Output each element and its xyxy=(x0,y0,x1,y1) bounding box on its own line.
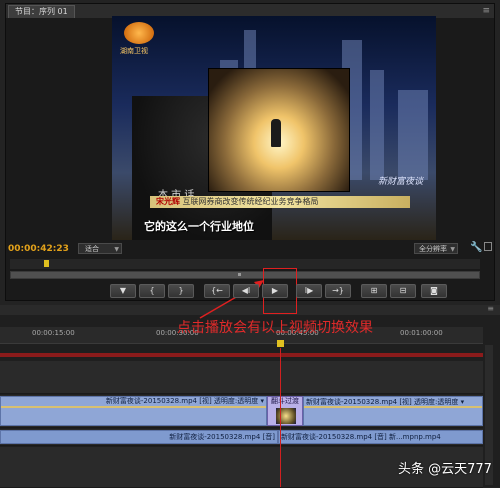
channel-logo-text: 湖南卫视 xyxy=(120,47,148,55)
current-timecode[interactable]: 00:00:42:23 xyxy=(8,244,69,254)
zoom-level-select[interactable]: 适合 ▼ xyxy=(78,243,122,254)
playback-resolution-select[interactable]: 全分辨率 ▼ xyxy=(414,243,458,254)
annotation-arrow xyxy=(199,280,264,319)
step-forward-button[interactable]: I▶ xyxy=(296,284,322,298)
zoom-level-value: 适合 xyxy=(85,245,99,253)
lift-button[interactable]: ⊞ xyxy=(361,284,387,298)
mark-in-button[interactable]: { xyxy=(139,284,165,298)
monitor-time-ruler[interactable] xyxy=(10,259,480,269)
settings-panel-icon[interactable] xyxy=(484,242,492,251)
video-track-upper xyxy=(0,361,483,394)
audio-clip-left[interactable]: 新财富夜谈-20150328.mp4 [音] xyxy=(0,430,278,444)
flip-transition-clip[interactable]: 翻斗过渡 xyxy=(267,396,303,426)
panel-menu-icon[interactable]: ≡ xyxy=(487,304,494,313)
clip-label: 新财富夜谈-20150328.mp4 [音] xyxy=(169,433,275,441)
monitor-playhead[interactable] xyxy=(44,260,49,267)
video-clip-right[interactable]: 新财富夜谈-20150328.mp4 [视] 透明度:透明度 ▾ xyxy=(303,396,483,426)
step-back-button[interactable]: ◀I xyxy=(233,284,259,298)
timeline-playhead[interactable] xyxy=(277,340,284,347)
tab-program-sequence[interactable]: 节目：序列 01 xyxy=(8,5,75,18)
playhead-line xyxy=(280,348,281,487)
video-preview: 湖南卫视 本 市 话 新财富夜谈 宋光辉 互联网券商改变传统经纪业务竞争格局 它… xyxy=(112,16,436,240)
banner-name: 宋光辉 xyxy=(156,197,180,206)
watermark: 头条 @云天777 xyxy=(398,462,492,477)
go-to-in-button[interactable]: {← xyxy=(204,284,230,298)
ruler-label: 00:00:15:00 xyxy=(32,329,75,337)
banner-text: 互联网券商改变传统经纪业务竞争格局 xyxy=(182,197,319,206)
play-button[interactable]: ▶ xyxy=(262,284,288,298)
chevron-down-icon: ▼ xyxy=(114,246,119,253)
add-marker-button[interactable]: ▼ xyxy=(110,284,136,298)
panel-menu-icon[interactable]: ≡ xyxy=(482,6,490,16)
video-clip-left[interactable]: 新财富夜谈-20150328.mp4 [视] 透明度:透明度 ▾ xyxy=(0,396,267,426)
extract-button[interactable]: ⊟ xyxy=(390,284,416,298)
chevron-down-icon: ▼ xyxy=(450,246,455,253)
audio-clip-right[interactable]: 新财富夜谈-20150328.mp4 [音] 新...mpnp.mp4 xyxy=(278,430,483,444)
ruler-label: 00:01:00:00 xyxy=(400,329,443,337)
annotation-caption: 点击播放会有以上视频切换效果 xyxy=(177,320,373,336)
flip-transition-frame xyxy=(208,68,350,192)
go-to-out-button[interactable]: →} xyxy=(325,284,351,298)
work-area-bar[interactable] xyxy=(0,353,483,357)
resolution-value: 全分辨率 xyxy=(419,245,447,253)
channel-logo xyxy=(124,22,154,44)
silhouette-figure xyxy=(271,119,281,147)
mark-out-button[interactable]: } xyxy=(168,284,194,298)
clip-label: 新财富夜谈-20150328.mp4 [视] 透明度:透明度 ▾ xyxy=(306,398,465,406)
transition-thumbnail xyxy=(276,408,296,424)
export-frame-button[interactable]: ◙ xyxy=(421,284,447,298)
clip-label: 新财富夜谈-20150328.mp4 [视] 透明度:透明度 ▾ xyxy=(105,397,264,405)
clip-label: 新财富夜谈-20150328.mp4 [音] 新...mpnp.mp4 xyxy=(281,433,441,441)
video-subtitle: 它的这么一个行业地位 xyxy=(144,220,254,233)
channel-tag: 新财富夜谈 xyxy=(378,177,424,187)
lower-third-banner: 宋光辉 互联网券商改变传统经纪业务竞争格局 xyxy=(150,196,410,208)
wrench-icon[interactable]: 🔧 xyxy=(470,242,482,253)
transition-label: 翻斗过渡 xyxy=(271,397,299,405)
